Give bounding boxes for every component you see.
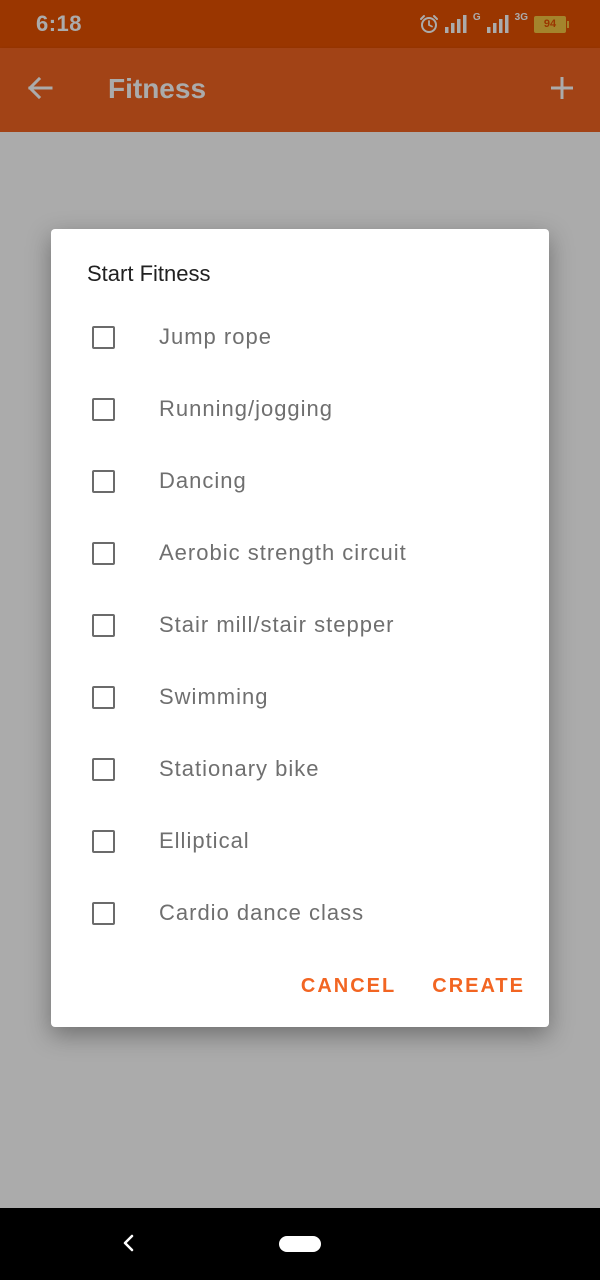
option-cardio-dance-class[interactable]: Cardio dance class bbox=[51, 877, 549, 949]
option-label: Stair mill/stair stepper bbox=[159, 612, 395, 637]
option-stationary-bike[interactable]: Stationary bike bbox=[51, 733, 549, 805]
option-label: Aerobic strength circuit bbox=[159, 540, 407, 565]
checkbox[interactable] bbox=[92, 757, 115, 781]
start-fitness-dialog: Start Fitness Jump rope Running/jogging … bbox=[51, 229, 549, 1027]
option-aerobic-strength-circuit[interactable]: Aerobic strength circuit bbox=[51, 517, 549, 589]
option-jump-rope[interactable]: Jump rope bbox=[51, 301, 549, 373]
nav-back-button[interactable] bbox=[116, 1232, 142, 1258]
option-running-jogging[interactable]: Running/jogging bbox=[51, 373, 549, 445]
checkbox[interactable] bbox=[92, 901, 115, 925]
cancel-button[interactable]: CANCEL bbox=[301, 975, 396, 998]
create-button[interactable]: CREATE bbox=[432, 975, 525, 998]
option-stair-mill[interactable]: Stair mill/stair stepper bbox=[51, 589, 549, 661]
checkbox[interactable] bbox=[92, 685, 115, 709]
option-elliptical[interactable]: Elliptical bbox=[51, 805, 549, 877]
option-swimming[interactable]: Swimming bbox=[51, 661, 549, 733]
option-label: Swimming bbox=[159, 684, 269, 709]
dialog-actions: CANCEL CREATE bbox=[301, 975, 525, 998]
option-dancing[interactable]: Dancing bbox=[51, 445, 549, 517]
checkbox[interactable] bbox=[92, 397, 115, 421]
checkbox[interactable] bbox=[92, 541, 115, 565]
option-label: Dancing bbox=[159, 468, 247, 493]
option-list: Jump rope Running/jogging Dancing Aerobi… bbox=[51, 301, 549, 949]
navigation-bar bbox=[0, 1208, 600, 1280]
option-label: Jump rope bbox=[159, 324, 272, 349]
chevron-left-icon bbox=[121, 1233, 137, 1258]
checkbox[interactable] bbox=[92, 469, 115, 493]
option-label: Stationary bike bbox=[159, 756, 320, 781]
checkbox[interactable] bbox=[92, 325, 115, 349]
option-label: Running/jogging bbox=[159, 396, 334, 421]
nav-home-button[interactable] bbox=[279, 1236, 321, 1252]
checkbox[interactable] bbox=[92, 613, 115, 637]
screen: 6:18 G 3G 94 Fitness Start Fitness Jump … bbox=[0, 0, 600, 1280]
checkbox[interactable] bbox=[92, 829, 115, 853]
option-label: Elliptical bbox=[159, 828, 250, 853]
dialog-title: Start Fitness bbox=[87, 261, 211, 286]
option-label: Cardio dance class bbox=[159, 900, 365, 925]
